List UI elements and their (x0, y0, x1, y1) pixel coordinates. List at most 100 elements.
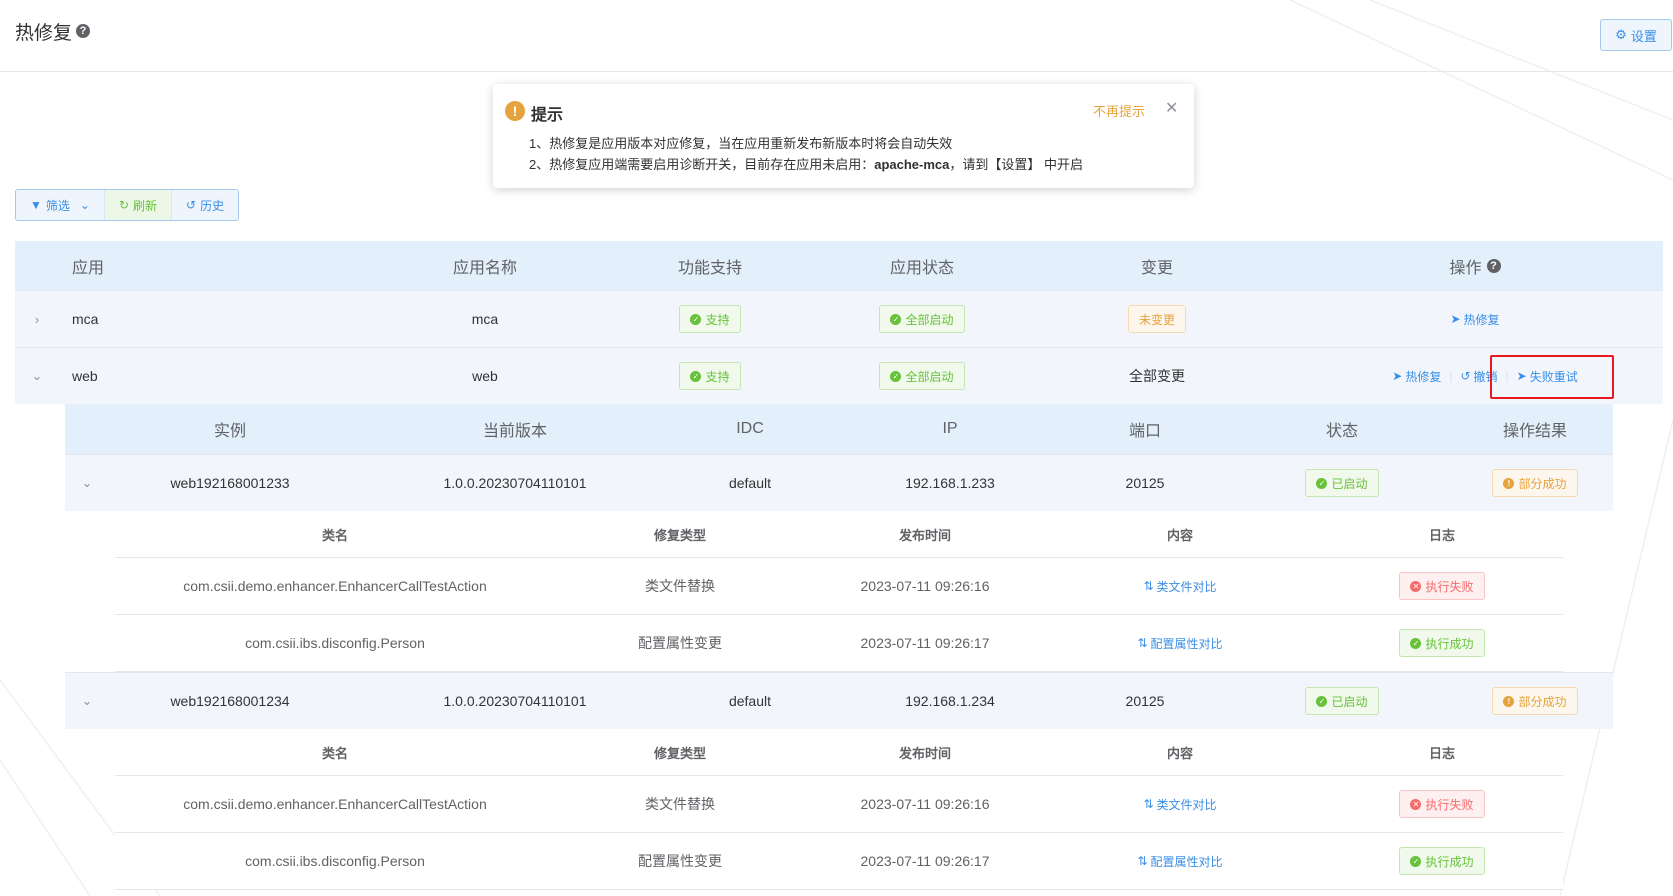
fix-type: 类文件替换 (645, 796, 715, 812)
warning-icon: ! (505, 101, 525, 121)
fix-row: com.csii.ibs.disconfig.Person 配置属性变更 202… (115, 615, 1563, 672)
hotfix-button[interactable]: ➤ 热修复 (1450, 311, 1499, 328)
chevron-down-icon: ⌄ (79, 198, 90, 212)
header-publish-time: 发布时间 (898, 745, 951, 761)
compare-link[interactable]: ⇅ 类文件对比 (1143, 578, 1216, 595)
error-icon: ✕ (1410, 798, 1422, 810)
instance-ip: 192.168.1.233 (905, 475, 995, 491)
header-instance: 实例 (213, 423, 246, 440)
app-table-header: 应用 应用名称 功能支持 应用状态 变更 操作 ? (15, 241, 1663, 290)
error-icon: ✕ (1410, 580, 1422, 592)
instance-result-text: 部分成功 (1518, 476, 1567, 491)
compare-link[interactable]: ⇅ 配置属性对比 (1137, 853, 1222, 870)
fix-log-cell: ✕ 执行失败 (1377, 776, 1507, 832)
notice-popup: ! 提示 不再提示 ✕ 1、热修复是应用版本对应修复，当在应用重新发布新版本时将… (493, 84, 1194, 188)
change-badge: 未变更 (1127, 305, 1186, 333)
instance-version: 1.0.0.20230704110101 (443, 475, 587, 491)
funnel-icon: ▼ (30, 198, 42, 212)
settings-button[interactable]: ⚙ 设置 (1600, 19, 1672, 51)
header-content: 内容 (1166, 527, 1193, 543)
fix-row: com.csii.demo.enhancer.EnhancerCallTestA… (115, 776, 1563, 833)
support-text: 支持 (705, 369, 730, 384)
send-icon: ➤ (1392, 369, 1403, 383)
status-badge: ✓ 全部启动 (879, 305, 965, 333)
header-class-name: 类名 (321, 527, 348, 543)
chevron-down-icon[interactable]: ⌄ (27, 348, 47, 404)
filter-label: 筛选 (45, 198, 70, 213)
check-icon: ✓ (1410, 855, 1422, 867)
header-idc: IDC (736, 420, 764, 437)
fix-table-header: 类名 修复类型 发布时间 内容 日志 (115, 729, 1563, 776)
log-badge[interactable]: ✕ 执行失败 (1399, 790, 1485, 818)
notice-line-2: 2、热修复应用端需要启用诊断开关，目前存在应用未启用：apache-mca，请到… (529, 154, 1083, 173)
compare-link[interactable]: ⇅ 类文件对比 (1143, 796, 1216, 813)
support-cell: ✓ 支持 (615, 348, 805, 404)
instance-result-badge: ! 部分成功 (1492, 687, 1578, 715)
fix-content-cell: ⇅ 类文件对比 (1105, 558, 1255, 614)
check-icon: ✓ (1410, 637, 1422, 649)
help-icon[interactable]: ? (1486, 258, 1501, 273)
header-publish-time: 发布时间 (898, 527, 951, 543)
header-app: 应用 (72, 259, 105, 277)
log-badge[interactable]: ✓ 执行成功 (1399, 847, 1485, 875)
compare-label: 类文件对比 (1156, 797, 1217, 812)
hotfix-button[interactable]: ➤ 热修复 (1392, 368, 1441, 385)
refresh-button[interactable]: ↻ 刷新 (104, 190, 173, 220)
log-text: 执行失败 (1425, 579, 1474, 594)
notice-title: 提示 (531, 107, 564, 124)
fix-class-name: com.csii.ibs.disconfig.Person (245, 635, 425, 651)
notice-line-2-suffix: ，请到【设置】 中开启 (949, 157, 1084, 172)
instance-result-cell: ! 部分成功 (1460, 455, 1610, 511)
header-support: 功能支持 (677, 259, 742, 277)
filter-button[interactable]: ▼ 筛选 ⌄ (16, 190, 105, 220)
header-app-status: 应用状态 (889, 259, 954, 277)
compare-icon: ⇅ (1143, 579, 1154, 593)
change-text: 全部变更 (1129, 368, 1185, 384)
chevron-right-icon[interactable]: › (27, 291, 47, 347)
instance-version: 1.0.0.20230704110101 (443, 693, 587, 709)
chevron-down-icon[interactable]: ⌄ (77, 455, 97, 511)
log-badge[interactable]: ✕ 执行失败 (1399, 572, 1485, 600)
instance-idc: default (728, 475, 772, 491)
refresh-label: 刷新 (133, 198, 158, 213)
fix-log-cell: ✓ 执行成功 (1377, 615, 1507, 671)
instance-port: 20125 (1125, 475, 1165, 491)
instance-status-text: 已启动 (1331, 476, 1368, 491)
close-icon[interactable]: ✕ (1165, 98, 1178, 118)
notice-line-1: 1、热修复是应用版本对应修复，当在应用重新发布新版本时将会自动失效 (529, 136, 953, 151)
instance-result-text: 部分成功 (1518, 694, 1567, 709)
header-log: 日志 (1428, 745, 1455, 761)
page-header: 热修复 ? ⚙ 设置 (0, 0, 1673, 72)
instance-status-badge: ✓ 已启动 (1305, 469, 1379, 497)
notice-app-name: apache-mca (874, 157, 950, 172)
support-text: 支持 (705, 312, 730, 327)
compare-link[interactable]: ⇅ 配置属性对比 (1137, 635, 1222, 652)
fix-content-cell: ⇅ 配置属性对比 (1105, 615, 1255, 671)
fix-publish-time: 2023-07-11 09:26:16 (860, 578, 990, 594)
log-text: 执行成功 (1425, 636, 1474, 651)
check-icon: ✓ (1316, 695, 1328, 707)
history-button[interactable]: ↺ 历史 (172, 190, 239, 220)
compare-icon: ⇅ (1143, 797, 1154, 811)
status-cell: ✓ 全部启动 (822, 291, 1022, 347)
fix-log-cell: ✓ 执行成功 (1377, 833, 1507, 889)
send-icon: ➤ (1450, 312, 1461, 326)
instance-idc: default (728, 693, 772, 709)
check-icon: ✓ (890, 313, 902, 325)
instance-status-text: 已启动 (1331, 694, 1368, 709)
header-app-name: 应用名称 (452, 259, 517, 277)
log-badge[interactable]: ✓ 执行成功 (1399, 629, 1485, 657)
change-cell: 未变更 (1057, 291, 1257, 347)
help-icon[interactable]: ? (76, 24, 90, 38)
header-actions: 操作 ? (1375, 241, 1575, 290)
table-row: ⌄ web web ✓ 支持 ✓ 全部启动 全部变更 ➤ 热修复 | ↺ 撤销 | ➤ 失… (15, 347, 1663, 404)
fix-class-name: com.csii.demo.enhancer.EnhancerCallTestA… (183, 796, 487, 812)
instance-status-cell: ✓ 已启动 (1277, 673, 1407, 729)
compare-label: 类文件对比 (1156, 579, 1217, 594)
fix-table-header: 类名 修复类型 发布时间 内容 日志 (115, 511, 1563, 558)
chevron-down-icon[interactable]: ⌄ (77, 673, 97, 729)
header-status: 状态 (1325, 423, 1358, 440)
instance-id: web192168001234 (170, 693, 290, 709)
dismiss-notice-link[interactable]: 不再提示 (1093, 101, 1145, 120)
instance-result-cell: ! 部分成功 (1460, 673, 1610, 729)
